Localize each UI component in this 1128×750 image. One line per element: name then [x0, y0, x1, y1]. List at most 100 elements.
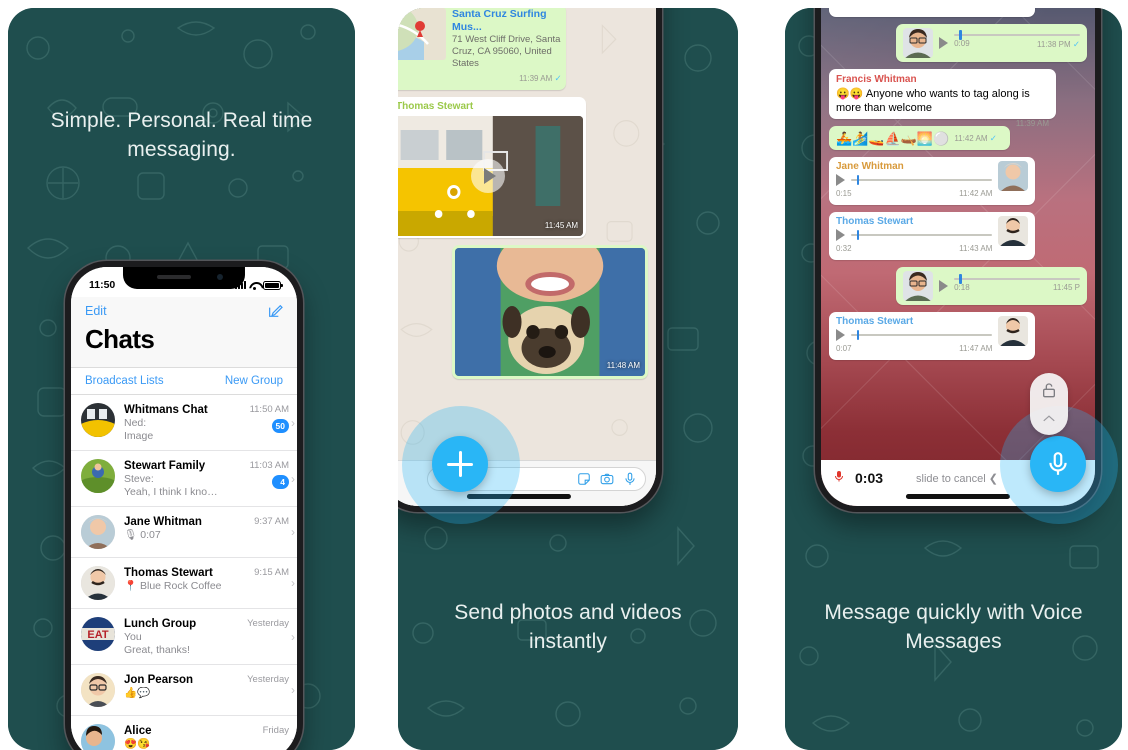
- play-icon[interactable]: [836, 174, 845, 186]
- phone-mockup-chatlist: 11:50 Edit Chats Broadcast Lists New Gro…: [65, 261, 303, 750]
- voice-message-bubble[interactable]: 0:09 11:38 PM ✓: [896, 24, 1087, 62]
- avatar: [998, 161, 1029, 191]
- camera-icon[interactable]: [600, 472, 614, 486]
- chevron-right-icon: ›: [291, 525, 295, 539]
- emoji-message-bubble[interactable]: 🚣🏄🚤⛵🛶🌅⚪ 11:42 AM ✓: [829, 126, 1010, 150]
- new-group-button[interactable]: New Group: [225, 375, 283, 387]
- voice-duration: 0:32: [836, 244, 852, 253]
- message-time: 11:38 PM: [1036, 40, 1071, 49]
- audio-seekbar[interactable]: [851, 230, 993, 240]
- chevron-up-icon: [1042, 410, 1056, 428]
- avatar: [903, 271, 934, 301]
- message-text: 😛😛 Anyone who wants to tag along is more…: [836, 88, 1030, 114]
- chat-time: 11:50 AM: [249, 404, 289, 415]
- chat-preview-line1: Steve:: [124, 473, 154, 485]
- voice-message-bubble[interactable]: 0:18 11:45 P: [896, 267, 1087, 305]
- chat-name: Alice: [124, 725, 152, 737]
- photo-message-bubble[interactable]: 11:48 AM: [451, 245, 648, 379]
- audio-seekbar[interactable]: [851, 175, 993, 185]
- chevron-right-icon: ›: [291, 415, 295, 430]
- list-item[interactable]: EAT Lunch Group You Great, thanks! Yeste…: [71, 609, 297, 665]
- promo-panel-2: Send photos and videos instantly Santa C…: [398, 8, 738, 750]
- chat-name: Jane Whitman: [124, 516, 202, 528]
- voice-message-bubble[interactable]: Jane Whitman 0:15 11:42 AM: [829, 157, 1036, 205]
- play-icon[interactable]: [939, 280, 949, 292]
- chat-name: Whitmans Chat: [124, 404, 208, 416]
- chat-time: Yesterday: [247, 618, 289, 629]
- message-sender: Thomas Stewart: [398, 101, 474, 112]
- audio-seekbar[interactable]: [851, 330, 993, 340]
- status-time: 11:50: [89, 279, 116, 291]
- read-receipt-icon: ✓: [1072, 39, 1080, 49]
- list-item[interactable]: Alice 😍😘 Friday ›: [71, 716, 297, 750]
- message-sender: Thomas Stewart: [836, 316, 914, 327]
- list-header: Broadcast Lists New Group: [71, 367, 297, 395]
- message-time: 11:48 AM: [606, 361, 640, 370]
- message-sender: Francis Whitman: [836, 74, 917, 85]
- voice-message-bubble[interactable]: Thomas Stewart 0:32 11:43 AM: [829, 212, 1036, 260]
- audio-seekbar[interactable]: [954, 30, 1080, 40]
- chat-time: Yesterday: [247, 674, 289, 685]
- play-icon[interactable]: [471, 159, 506, 193]
- voice-message-bubble[interactable]: Thomas Stewart 0:07 11:47 AM: [829, 312, 1036, 360]
- message-time: 11:43 AM: [959, 244, 993, 253]
- play-icon[interactable]: [939, 37, 949, 49]
- list-item[interactable]: Jon Pearson 👍💬 Yesterday ›: [71, 665, 297, 716]
- list-item[interactable]: Whitmans Chat Ned: Image 11:50 AM 50 ›: [71, 395, 297, 451]
- chat-name: Thomas Stewart: [124, 567, 213, 579]
- play-icon[interactable]: [836, 229, 845, 241]
- avatar: [81, 724, 115, 750]
- chat-name: Lunch Group: [124, 618, 197, 630]
- chat-preview-line2: Great, thanks!: [124, 643, 190, 656]
- avatar: [903, 28, 934, 58]
- voice-duration: 0:18: [954, 282, 970, 292]
- voice-duration: 0:07: [836, 344, 852, 353]
- chat-preview-line1: 🎙 0:07: [124, 529, 161, 541]
- list-item[interactable]: Jane Whitman 🎙 0:07 9:37 AM ›: [71, 507, 297, 558]
- chat-name: Stewart Family: [124, 460, 206, 472]
- list-item[interactable]: Thomas Stewart 📍 Blue Rock Coffee 9:15 A…: [71, 558, 297, 609]
- promo-panel-3: Message quickly with Voice Messages 0:09…: [785, 8, 1122, 750]
- chat-preview-line2: Image: [124, 429, 154, 442]
- compose-icon[interactable]: [267, 303, 283, 319]
- voice-duration: 0:15: [836, 189, 852, 198]
- voice-message-bubble[interactable]: Jane Whitman 0:15 11:38 AM: [829, 8, 1036, 17]
- chat-preview-line1: Ned:: [124, 417, 147, 429]
- sticker-icon[interactable]: [577, 472, 591, 486]
- list-item[interactable]: Stewart Family Steve: Yeah, I think I kn…: [71, 451, 297, 507]
- panel-3-caption: Message quickly with Voice Messages: [824, 601, 1083, 653]
- lock-open-icon: [1041, 381, 1057, 404]
- battery-icon: [263, 280, 283, 290]
- message-time: 11:45 AM: [544, 221, 579, 230]
- avatar: [81, 403, 115, 437]
- message-sender: Thomas Stewart: [836, 216, 914, 227]
- attach-plus-fab[interactable]: [432, 436, 488, 492]
- message-time: 11:45 P: [1053, 282, 1080, 292]
- photo-thumbnail[interactable]: 11:48 AM: [454, 248, 645, 376]
- lock-recording-pill[interactable]: [1030, 373, 1068, 435]
- video-message-bubble[interactable]: Thomas Stewart 11:45 AM: [398, 97, 587, 238]
- navigation-bar: Edit Chats: [71, 297, 297, 367]
- location-message-bubble[interactable]: Santa Cruz Surfing Mus... 71 West Cliff …: [398, 8, 566, 90]
- chat-time: 9:15 AM: [254, 567, 289, 578]
- chat-list[interactable]: Whitmans Chat Ned: Image 11:50 AM 50 › S…: [71, 395, 297, 750]
- read-receipt-icon: ✓: [989, 133, 997, 143]
- chevron-right-icon: ›: [291, 683, 295, 697]
- page-title: Chats: [85, 324, 155, 354]
- message-text: 🚣🏄🚤⛵🛶🌅⚪: [836, 131, 950, 146]
- video-thumbnail[interactable]: 11:45 AM: [398, 116, 584, 236]
- edit-button[interactable]: Edit: [85, 304, 107, 318]
- voice-record-fab[interactable]: [1030, 436, 1086, 492]
- message-time: 11:39 AM: [519, 74, 553, 83]
- broadcast-lists-button[interactable]: Broadcast Lists: [85, 375, 164, 387]
- screenshot-root: Simple. Personal. Real time messaging. 1…: [0, 0, 1128, 750]
- panel-2-caption: Send photos and videos instantly: [454, 601, 682, 653]
- chevron-right-icon: ›: [291, 471, 295, 486]
- text-message-bubble[interactable]: Francis Whitman 😛😛 Anyone who wants to t…: [829, 69, 1057, 128]
- avatar: [81, 515, 115, 549]
- play-icon[interactable]: [836, 329, 845, 341]
- unread-badge: 4: [272, 475, 289, 489]
- chat-preview-line1: 📍 Blue Rock Coffee: [124, 580, 222, 592]
- audio-seekbar[interactable]: [954, 273, 1080, 284]
- microphone-icon[interactable]: [623, 472, 637, 486]
